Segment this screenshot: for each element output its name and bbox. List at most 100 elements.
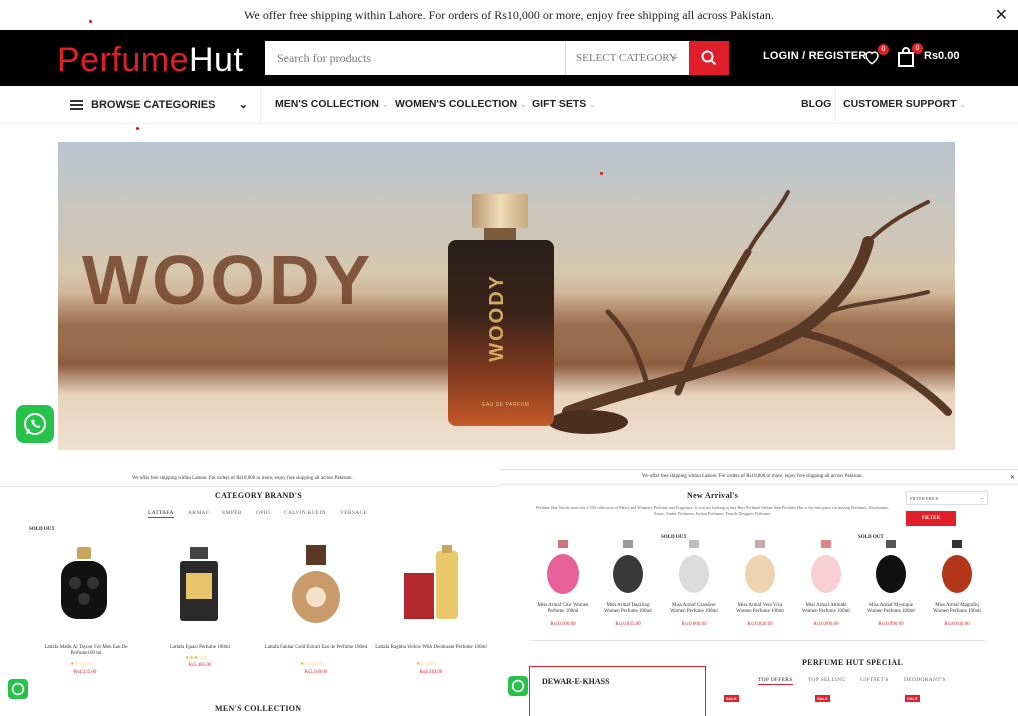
- nav-item-label: WOMEN'S COLLECTION: [395, 98, 518, 110]
- bottle-sublabel: EAU DE PARFUM: [482, 402, 530, 408]
- wishlist-button[interactable]: 0: [863, 44, 889, 68]
- product-price: Rs4,340.00: [419, 670, 443, 675]
- nav-womens-collection[interactable]: WOMEN'S COLLECTION ⌄: [395, 98, 527, 110]
- whatsapp-icon: [11, 682, 25, 696]
- close-icon[interactable]: ✕: [1010, 474, 1015, 481]
- stray-dot: [136, 127, 139, 130]
- cart-total[interactable]: Rs0.00: [924, 50, 959, 62]
- nav-gift-sets[interactable]: GIFT SETS ⌄: [532, 98, 596, 110]
- product-name[interactable]: Miss Armaf Grandeur Women Perfume 100ml: [666, 603, 722, 615]
- divider: [530, 640, 985, 641]
- nav-customer-support[interactable]: CUSTOMER SUPPORT ⌄: [843, 98, 966, 110]
- product-image[interactable]: [55, 545, 113, 623]
- category-select[interactable]: SELECT CATEGORY ⌄: [565, 41, 689, 75]
- browse-categories-button[interactable]: BROWSE CATEGORIES ⌄: [58, 86, 261, 124]
- nav-item-label: BLOG: [801, 98, 832, 110]
- logo-text-hut: Hut: [189, 41, 244, 79]
- whatsapp-chat-button[interactable]: [508, 676, 528, 696]
- product-name[interactable]: Miss Armaf Chic Women Perfume 100ml: [535, 603, 591, 615]
- bottle-label: WOODY: [486, 274, 508, 362]
- sale-badge: SALE: [905, 695, 920, 702]
- product-image[interactable]: [610, 540, 646, 596]
- tab-deodorants[interactable]: DEODORANT'S: [904, 677, 946, 683]
- product-image[interactable]: [545, 540, 581, 596]
- hero-headline: WOODY: [82, 241, 375, 319]
- whatsapp-chat-button[interactable]: [16, 405, 54, 443]
- login-register-link[interactable]: LOGIN / REGISTER: [763, 50, 866, 62]
- tab-top-selling[interactable]: TOP SELLING: [808, 677, 846, 683]
- chevron-down-icon: ⌄: [520, 100, 527, 109]
- product-image[interactable]: [808, 540, 844, 596]
- perfume-bottle-image: WOODY EAU DE PARFUM: [448, 194, 558, 426]
- chevron-down-icon: ⌄: [980, 495, 984, 500]
- product-name[interactable]: Miss Armaf Magnifiq Women Perfume 100ml: [929, 603, 985, 615]
- bottle-neck: [484, 228, 516, 240]
- sale-badge: SALE: [724, 695, 739, 702]
- filter-button[interactable]: FILTER: [906, 511, 956, 526]
- tab-top-offers[interactable]: TOP OFFERS: [758, 677, 793, 685]
- rating-stars: ★☆☆☆☆: [70, 661, 93, 667]
- product-name[interactable]: Miss Armaf Mystique Women Perfume 100ml: [863, 603, 919, 615]
- product-image[interactable]: [742, 540, 778, 596]
- product-price: Rs10,000.00: [681, 622, 707, 627]
- browse-categories-label: BROWSE CATEGORIES: [91, 99, 216, 111]
- cart-button[interactable]: 0: [897, 43, 923, 69]
- tab-lattafa[interactable]: LATTAFA: [148, 510, 174, 518]
- product-name[interactable]: Lattafa Fakhar Gold Extrait Eau de Perfu…: [262, 645, 370, 651]
- search-placeholder: Search for products: [277, 50, 371, 65]
- dewar-e-khass-title: DEWAR-E-KHASS: [542, 677, 610, 686]
- product-name[interactable]: Lattafa Malik Al Tayoor For Men Eau De P…: [36, 645, 136, 657]
- product-name[interactable]: Lattafa Raghba Yellow With Deodorant Per…: [372, 645, 490, 651]
- product-price: Rs10,500.00: [550, 622, 576, 627]
- hero-banner[interactable]: WOODY WOODY EAU DE PARFUM: [58, 142, 955, 450]
- product-name[interactable]: Miss Armaf Attitude Women Perfume 100ml: [798, 603, 854, 615]
- bottle-cap: [472, 194, 528, 228]
- tab-calvin-klein[interactable]: CALVIN KLEIN: [284, 510, 326, 516]
- product-name[interactable]: Miss Armaf Vera Viva Women Perfume 100ml: [732, 603, 788, 615]
- product-name[interactable]: Miss Armaf Dazzling Women Perfume 100ml: [600, 603, 656, 615]
- cart-count-badge: 0: [912, 43, 923, 54]
- new-arrivals-title: New Arrival's: [687, 491, 739, 500]
- shipping-announcement-bar: We offer free shipping within Lahore. Fo…: [0, 0, 1018, 30]
- product-price: Rs5,405.00: [188, 663, 212, 668]
- tab-emper[interactable]: EMPER: [222, 510, 242, 516]
- product-image[interactable]: [402, 545, 462, 623]
- chevron-down-icon: ⌄: [670, 51, 679, 62]
- search-icon: [701, 50, 717, 66]
- tab-opio[interactable]: OPIO: [256, 510, 270, 516]
- site-logo[interactable]: PerfumeHut: [57, 40, 243, 80]
- hamburger-icon: [70, 100, 83, 110]
- divider: [500, 484, 1018, 485]
- chevron-down-icon: ⌄: [238, 99, 248, 111]
- wishlist-count-badge: 0: [878, 44, 889, 55]
- tab-versace[interactable]: VERSACE: [340, 510, 367, 516]
- tab-armaf[interactable]: ARMAF: [188, 510, 209, 516]
- product-image[interactable]: [290, 545, 342, 625]
- nav-item-label: GIFT SETS: [532, 98, 587, 110]
- product-price: Rs10,040.00: [944, 622, 970, 627]
- divider: [500, 469, 1018, 470]
- filter-select-label: FILTER PRICE: [910, 496, 939, 501]
- chevron-down-icon: ⌄: [382, 100, 389, 109]
- filter-price-select[interactable]: FILTER PRICE ⌄: [906, 491, 988, 505]
- nav-mens-collection[interactable]: MEN'S COLLECTION ⌄: [275, 98, 389, 110]
- nav-blog[interactable]: BLOG: [801, 98, 831, 110]
- product-name[interactable]: Lattafa Ejaazi Perfume 100ml: [155, 645, 245, 651]
- search-input[interactable]: Search for products: [265, 41, 565, 75]
- divider: [0, 486, 500, 487]
- tab-giftsets[interactable]: GIFTSET'S: [860, 677, 889, 683]
- dewar-e-khass-box[interactable]: DEWAR-E-KHASS: [529, 666, 706, 716]
- product-image[interactable]: [176, 545, 222, 625]
- stray-dot: [89, 20, 92, 23]
- product-image[interactable]: [939, 540, 975, 596]
- product-image[interactable]: [873, 540, 909, 596]
- product-price: Rs10,845.00: [615, 622, 641, 627]
- mens-collection-title: MEN'S COLLECTION: [215, 704, 302, 713]
- search-button[interactable]: [689, 41, 729, 75]
- new-arrivals-description: Perfume Hut Stocks more the 2,500 collec…: [535, 505, 890, 516]
- whatsapp-chat-button[interactable]: [8, 679, 28, 699]
- chevron-down-icon: ⌄: [589, 100, 596, 109]
- product-image[interactable]: [676, 540, 712, 596]
- close-icon[interactable]: ✕: [995, 5, 1008, 25]
- shipping-message: We offer free shipping within Lahore. Fo…: [244, 7, 774, 22]
